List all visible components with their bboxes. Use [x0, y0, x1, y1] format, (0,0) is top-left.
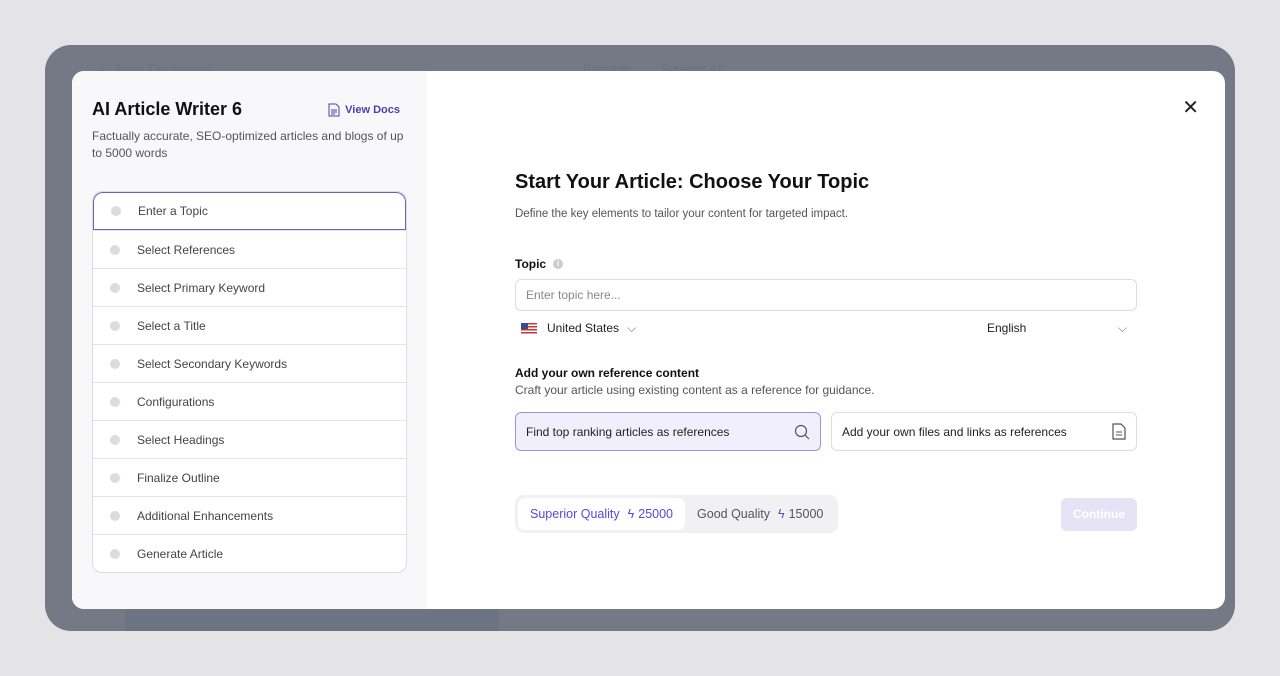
- search-icon: [794, 424, 810, 439]
- document-icon: [1112, 423, 1126, 440]
- continue-button[interactable]: Continue: [1061, 497, 1137, 531]
- chevron-down-icon: ⌵: [1117, 321, 1127, 335]
- view-docs-label: View Docs: [345, 104, 400, 116]
- reference-subtitle: Craft your article using existing conten…: [515, 383, 875, 397]
- good-quality-option[interactable]: Good Quality ϟ 15000: [685, 498, 835, 530]
- chevron-down-icon: ⌵: [627, 321, 637, 335]
- us-flag-icon: [521, 323, 537, 335]
- article-writer-modal: AI Article Writer 6 View Docs Factually …: [72, 71, 1225, 609]
- step-label: Select References: [137, 242, 236, 257]
- step-status-icon: [110, 434, 120, 445]
- bolt-icon: ϟ: [777, 507, 785, 521]
- language-select[interactable]: English ⌵: [987, 321, 1137, 336]
- step-status-icon: [110, 396, 120, 407]
- sidebar: AI Article Writer 6 View Docs Factually …: [72, 71, 427, 609]
- step-item[interactable]: Finalize Outline: [93, 458, 406, 496]
- info-icon[interactable]: i: [553, 259, 564, 269]
- step-label: Additional Enhancements: [137, 508, 274, 523]
- step-label: Configurations: [137, 394, 215, 409]
- step-status-icon: [110, 510, 120, 521]
- country-select[interactable]: United States ⌵: [515, 321, 636, 336]
- step-item[interactable]: Generate Article: [93, 534, 406, 572]
- step-status-icon: [111, 206, 121, 216]
- step-status-icon: [110, 282, 120, 293]
- bolt-icon: ϟ: [627, 507, 635, 521]
- step-status-icon: [110, 472, 120, 483]
- step-item[interactable]: Select References: [93, 230, 406, 268]
- step-item[interactable]: Select Secondary Keywords: [93, 344, 406, 382]
- step-label: Select Headings: [137, 432, 225, 447]
- superior-quality-option[interactable]: Superior Quality ϟ 25000: [518, 498, 686, 530]
- step-label: Finalize Outline: [137, 470, 220, 485]
- step-label: Enter a Topic: [138, 204, 208, 218]
- add-own-files-option[interactable]: Add your own files and links as referenc…: [831, 412, 1137, 451]
- steps-list: Enter a Topic Select References Select Pri…: [92, 191, 407, 573]
- step-label: Select Primary Keyword: [137, 280, 266, 295]
- topic-label: Topic i: [515, 257, 1137, 271]
- step-status-icon: [110, 320, 120, 331]
- find-top-articles-option[interactable]: Find top ranking articles as references: [515, 412, 821, 451]
- quality-toggle: Superior Quality ϟ 25000 Good Quality ϟ 1500…: [515, 495, 839, 533]
- step-label: Select a Title: [137, 318, 206, 333]
- step-item[interactable]: Select a Title: [93, 306, 406, 344]
- topic-input[interactable]: [515, 279, 1137, 311]
- step-item[interactable]: Additional Enhancements: [93, 496, 406, 534]
- step-item[interactable]: Select Headings: [93, 420, 406, 458]
- main-panel: ✕ Start Your Article: Choose Your Topic …: [427, 71, 1225, 609]
- page-description: Define the key elements to tailor your c…: [515, 208, 849, 220]
- step-status-icon: [110, 548, 120, 559]
- view-docs-link[interactable]: View Docs: [328, 103, 400, 117]
- document-icon: [328, 103, 340, 117]
- step-label: Select Secondary Keywords: [137, 356, 288, 371]
- step-item[interactable]: Enter a Topic: [93, 192, 406, 230]
- close-icon[interactable]: ✕: [1182, 95, 1199, 120]
- step-label: Generate Article: [137, 546, 224, 561]
- reference-title: Add your own reference content: [515, 366, 700, 380]
- page-title: Start Your Article: Choose Your Topic: [515, 171, 870, 193]
- sidebar-subtitle: Factually accurate, SEO-optimized articl…: [92, 129, 404, 160]
- step-item[interactable]: Select Primary Keyword: [93, 268, 406, 306]
- step-status-icon: [110, 358, 120, 369]
- step-status-icon: [110, 244, 120, 255]
- step-item[interactable]: Configurations: [93, 382, 406, 420]
